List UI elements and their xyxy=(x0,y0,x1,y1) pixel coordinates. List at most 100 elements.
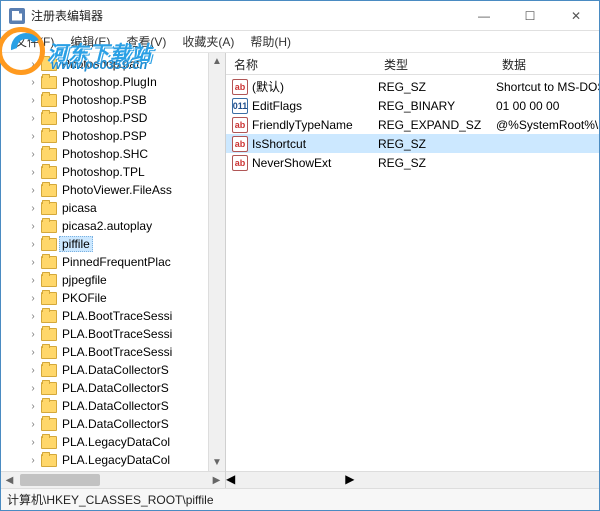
menubar: 文件(F) 编辑(E) 查看(V) 收藏夹(A) 帮助(H) xyxy=(1,31,599,53)
tree-vertical-scrollbar[interactable]: ▲ ▼ xyxy=(208,53,225,471)
string-value-icon: ab xyxy=(232,79,248,95)
tree-item[interactable]: › Photoshop.PSB xyxy=(5,91,208,109)
string-value-icon: ab xyxy=(232,136,248,152)
tree-item[interactable]: ›PLA.DataCollectorS xyxy=(5,415,208,433)
folder-icon xyxy=(41,310,57,323)
list-row[interactable]: abFriendlyTypeNameREG_EXPAND_SZ@%SystemR… xyxy=(226,115,599,134)
tree-item[interactable]: › PLA.DataCollectorS xyxy=(5,361,208,379)
tree-item[interactable]: › PLA.LegacyDataCol xyxy=(5,451,208,469)
list-row[interactable]: abIsShortcutREG_SZ xyxy=(226,134,599,153)
expander-icon[interactable]: › xyxy=(27,328,39,340)
tree-item[interactable]: ›Photoshop.TPL xyxy=(5,163,208,181)
column-type[interactable]: 类型 xyxy=(376,53,494,74)
tree-item[interactable]: ›PLA.DataCollectorS xyxy=(5,397,208,415)
tree-item[interactable]: ›picasa xyxy=(5,199,208,217)
value-data: Shortcut to MS-DOS P xyxy=(494,80,599,94)
app-icon xyxy=(9,8,25,24)
expander-icon[interactable]: › xyxy=(27,238,39,250)
tree-item[interactable]: ›PinnedFrequentPlac xyxy=(5,253,208,271)
expander-icon[interactable]: › xyxy=(27,418,39,430)
tree-item[interactable]: ›Photoshop.PSD xyxy=(5,109,208,127)
tree-item[interactable]: ›PhotoViewer.FileAss xyxy=(5,181,208,199)
column-name[interactable]: 名称 xyxy=(226,53,376,74)
expander-icon[interactable]: › xyxy=(27,58,39,70)
list-row[interactable]: 011EditFlagsREG_BINARY01 00 00 00 xyxy=(226,96,599,115)
value-list[interactable]: ab(默认)REG_SZShortcut to MS-DOS P011EditF… xyxy=(226,75,599,471)
scroll-right-icon[interactable]: ▶ xyxy=(345,472,354,488)
expander-icon[interactable]: › xyxy=(27,166,39,178)
expander-icon[interactable]: › xyxy=(27,274,39,286)
tree-item-label: Photoshop.PSP xyxy=(61,129,148,143)
expander-icon[interactable]: › xyxy=(27,436,39,448)
menu-favorites[interactable]: 收藏夹(A) xyxy=(174,31,242,52)
expander-icon[interactable]: › xyxy=(27,112,39,124)
scroll-down-icon[interactable]: ▼ xyxy=(209,454,225,471)
expander-icon[interactable]: › xyxy=(27,220,39,232)
folder-icon xyxy=(41,436,57,449)
tree-item-label: PLA.LegacyDataCol xyxy=(61,453,171,467)
string-value-icon: ab xyxy=(232,117,248,133)
statusbar: 计算机\HKEY_CLASSES_ROOT\piffile xyxy=(1,488,599,510)
expander-icon[interactable]: › xyxy=(27,400,39,412)
folder-icon xyxy=(41,184,57,197)
list-row[interactable]: ab(默认)REG_SZShortcut to MS-DOS P xyxy=(226,77,599,96)
menu-view[interactable]: 查看(V) xyxy=(118,31,174,52)
menu-edit[interactable]: 编辑(E) xyxy=(62,31,118,52)
tree-item[interactable]: ›PLA.BootTraceSessi xyxy=(5,343,208,361)
tree-item[interactable]: ›PKOFile xyxy=(5,289,208,307)
tree-item-label: PLA.BootTraceSessi xyxy=(61,327,173,341)
scroll-left-icon[interactable]: ◀ xyxy=(1,472,18,488)
tree-item-label: PLA.DataCollectorS xyxy=(61,363,170,377)
tree-item[interactable]: ›PLA.BootTraceSessi xyxy=(5,307,208,325)
scroll-thumb-h[interactable] xyxy=(20,474,100,486)
tree-pane: ›Photoshop.pat›Photoshop.PlugIn›Photosho… xyxy=(1,53,226,488)
scroll-right-icon[interactable]: ▶ xyxy=(208,472,225,488)
expander-icon[interactable]: › xyxy=(27,202,39,214)
tree-item-label: Photoshop.PSB xyxy=(61,93,148,107)
expander-icon[interactable]: › xyxy=(27,256,39,268)
column-data[interactable]: 数据 xyxy=(494,53,599,74)
tree-item[interactable]: › Photoshop.PSP xyxy=(5,127,208,145)
folder-icon xyxy=(41,346,57,359)
tree-item[interactable]: ›PLA.LegacyDataCol xyxy=(5,433,208,451)
tree-horizontal-scrollbar[interactable]: ◀ ▶ xyxy=(1,471,225,488)
tree-item[interactable]: ›pjpegfile xyxy=(5,271,208,289)
registry-tree[interactable]: ›Photoshop.pat›Photoshop.PlugIn›Photosho… xyxy=(1,53,208,471)
expander-icon[interactable]: › xyxy=(27,292,39,304)
list-horizontal-scrollbar[interactable]: ◀ ▶ xyxy=(226,471,599,488)
tree-item[interactable]: ›Photoshop.SHC xyxy=(5,145,208,163)
expander-icon[interactable]: › xyxy=(27,130,39,142)
expander-icon[interactable]: › xyxy=(27,76,39,88)
folder-icon xyxy=(41,58,57,71)
list-pane: 名称 类型 数据 ab(默认)REG_SZShortcut to MS-DOS … xyxy=(226,53,599,488)
scroll-up-icon[interactable]: ▲ xyxy=(209,53,225,70)
tree-item[interactable]: ›piffile xyxy=(5,235,208,253)
tree-item[interactable]: › picasa2.autoplay xyxy=(5,217,208,235)
folder-icon xyxy=(41,292,57,305)
expander-icon[interactable]: › xyxy=(27,310,39,322)
menu-help[interactable]: 帮助(H) xyxy=(242,31,299,52)
list-row[interactable]: abNeverShowExtREG_SZ xyxy=(226,153,599,172)
tree-item[interactable]: ›Photoshop.pat xyxy=(5,55,208,73)
close-button[interactable]: ✕ xyxy=(553,1,599,30)
minimize-button[interactable]: — xyxy=(461,1,507,30)
menu-file[interactable]: 文件(F) xyxy=(7,31,62,52)
expander-icon[interactable]: › xyxy=(27,382,39,394)
tree-item-label: picasa2.autoplay xyxy=(61,219,153,233)
scroll-left-icon[interactable]: ◀ xyxy=(226,472,235,488)
maximize-button[interactable]: ☐ xyxy=(507,1,553,30)
tree-item[interactable]: ›Photoshop.PlugIn xyxy=(5,73,208,91)
value-name: IsShortcut xyxy=(252,137,376,151)
window-controls: — ☐ ✕ xyxy=(461,1,599,30)
list-header[interactable]: 名称 类型 数据 xyxy=(226,53,599,75)
expander-icon[interactable]: › xyxy=(27,184,39,196)
expander-icon[interactable]: › xyxy=(27,454,39,466)
expander-icon[interactable]: › xyxy=(27,148,39,160)
tree-item[interactable]: › PLA.BootTraceSessi xyxy=(5,325,208,343)
folder-icon xyxy=(41,166,57,179)
tree-item[interactable]: ›PLA.DataCollectorS xyxy=(5,379,208,397)
expander-icon[interactable]: › xyxy=(27,364,39,376)
expander-icon[interactable]: › xyxy=(27,346,39,358)
titlebar[interactable]: 注册表编辑器 — ☐ ✕ xyxy=(1,1,599,31)
expander-icon[interactable]: › xyxy=(27,94,39,106)
